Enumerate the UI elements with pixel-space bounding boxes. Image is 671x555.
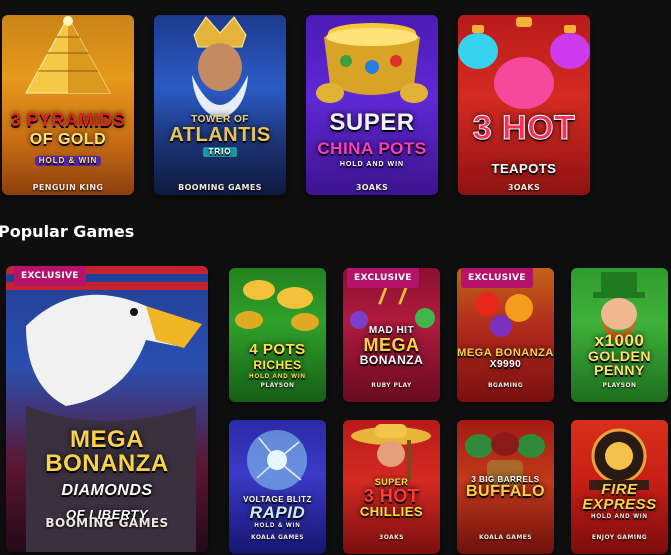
- exclusive-badge: EXCLUSIVE: [347, 268, 419, 288]
- provider-label: RUBY PLAY: [371, 382, 412, 389]
- game-logo-text: CHILLIES: [359, 504, 424, 519]
- game-logo-text: CHINA POTS: [317, 139, 427, 158]
- game-logo-subtext: HOLD AND WIN: [249, 374, 306, 380]
- provider-label: 3OAKS: [507, 183, 541, 192]
- provider-label: ENJOY GAMING: [591, 534, 648, 541]
- game-tile-voltage-blitz-rapid[interactable]: VOLTAGE BLITZ RAPID HOLD & WIN KOALA GAM…: [229, 420, 326, 554]
- game-logo-text: ATLANTIS: [169, 124, 271, 146]
- game-logo-text: 3 PYRAMIDS: [10, 110, 126, 130]
- game-tile-super-china-pots[interactable]: SUPER CHINA POTS HOLD AND WIN 3OAKS: [306, 15, 438, 195]
- provider-label: KOALA GAMES: [251, 534, 304, 541]
- game-logo-text: X9990: [489, 359, 522, 370]
- provider-label: BGAMING: [487, 382, 524, 389]
- game-logo-subtext: HOLD AND WIN: [339, 161, 405, 168]
- game-logo-subtext: HOLD AND WIN: [591, 514, 648, 520]
- game-tile-4-pots-riches[interactable]: 4 POTS RICHES HOLD AND WIN PLAYSON: [229, 268, 326, 402]
- game-tile-3-big-barrels-buffalo[interactable]: 3 BIG BARRELS BUFFALO KOALA GAMES: [457, 420, 554, 554]
- game-tile-3-hot-teapots[interactable]: 3 HOT TEAPOTS 3OAKS: [458, 15, 590, 195]
- gold-pots-illustration: [316, 23, 428, 103]
- game-logo-text: 4 POTS: [249, 341, 306, 358]
- game-tile-mad-hit-mega-bonanza[interactable]: 7 7 EXCLUSIVE MAD HIT MEGA BONANZA RUBY …: [343, 268, 440, 402]
- game-logo-text: DIAMONDS: [61, 482, 153, 499]
- game-tile-tower-of-atlantis[interactable]: TOWER OF ATLANTIS TRIO BOOMING GAMES: [154, 15, 286, 195]
- game-tile-x1000-golden-penny[interactable]: x1000 GOLDEN PENNY PLAYSON: [571, 268, 668, 402]
- provider-label: KOALA GAMES: [479, 534, 532, 541]
- game-tile-mega-bonanza-diamonds-of-liberty[interactable]: EXCLUSIVE MEGA BONANZA DIAMONDS OF LIBER…: [6, 266, 208, 552]
- game-tile-fire-express[interactable]: FIRE EXPRESS HOLD AND WIN ENJOY GAMING: [571, 420, 668, 554]
- game-logo-text: OF GOLD: [29, 131, 107, 148]
- game-logo-text: RAPID: [249, 503, 306, 522]
- provider-label: BOOMING GAMES: [45, 516, 169, 530]
- game-logo-text: RICHES: [253, 358, 302, 372]
- game-logo-text: SUPER: [329, 109, 415, 136]
- game-logo-text: MEGA BONANZA: [457, 347, 554, 359]
- exclusive-badge: EXCLUSIVE: [461, 268, 533, 288]
- game-logo-text: MEGA BONANZA: [45, 426, 169, 477]
- game-logo-text: BONANZA: [359, 353, 424, 367]
- game-tile-super-3-hot-chillies[interactable]: SUPER 3 HOT CHILLIES 3OAKS: [343, 420, 440, 554]
- game-logo-text: MEGA: [363, 335, 420, 355]
- game-tile-3-pyramids-of-gold[interactable]: 3 PYRAMIDS OF GOLD HOLD & WIN PENGUIN KI…: [2, 15, 134, 195]
- game-artwork: [306, 15, 438, 195]
- pyramid-illustration: [25, 15, 111, 94]
- game-logo-subtext: HOLD & WIN: [34, 156, 102, 166]
- game-logo-text: 3 HOT: [472, 109, 576, 147]
- game-logo-subtext: HOLD & WIN: [254, 523, 301, 529]
- game-tile-mega-bonanza-x9990[interactable]: EXCLUSIVE MEGA BONANZA X9990 BGAMING: [457, 268, 554, 402]
- provider-label: BOOMING GAMES: [178, 183, 262, 192]
- game-logo-text: EXPRESS: [582, 496, 657, 513]
- game-logo-text: 3 HOT: [363, 486, 420, 506]
- exclusive-badge: EXCLUSIVE: [14, 266, 86, 286]
- provider-label: PLAYSON: [602, 382, 637, 389]
- poseidon-illustration: [192, 16, 248, 119]
- game-logo-text: BUFFALO: [465, 483, 546, 500]
- game-logo-text: TEAPOTS: [491, 161, 557, 176]
- provider-label: PLAYSON: [260, 382, 295, 389]
- game-artwork: [2, 15, 134, 195]
- provider-label: 3OAKS: [355, 183, 389, 192]
- game-artwork: [154, 15, 286, 195]
- game-logo-text: PENNY: [594, 362, 645, 378]
- provider-label: 3OAKS: [379, 534, 404, 541]
- provider-label: PENGUIN KING: [32, 183, 104, 192]
- section-title-popular-games: Popular Games: [0, 222, 135, 241]
- game-logo-subtext: TRIO: [203, 147, 237, 157]
